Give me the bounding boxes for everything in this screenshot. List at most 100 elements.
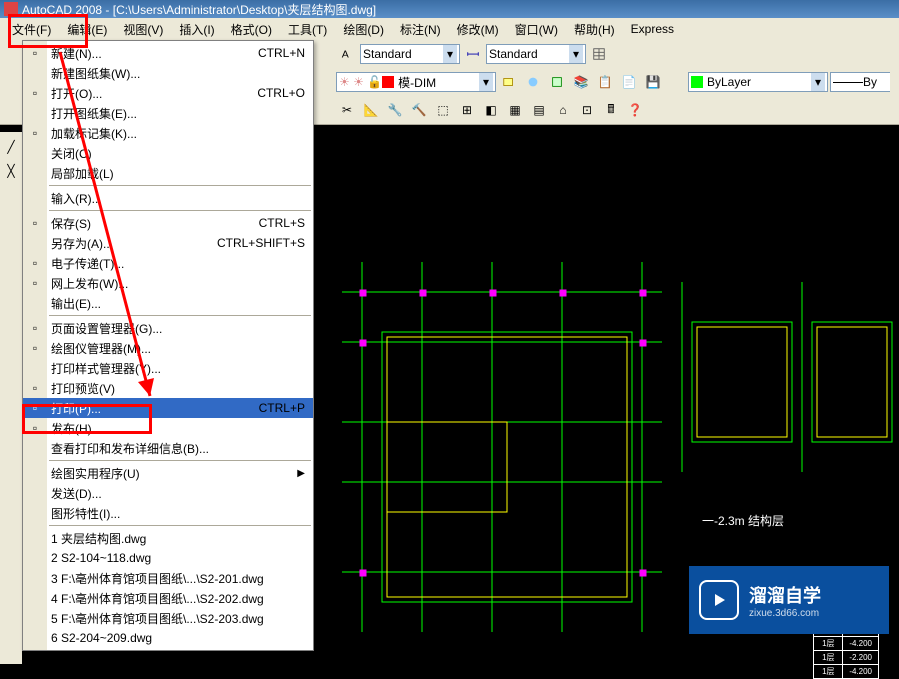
layer-tool-2[interactable]: [546, 71, 568, 93]
dimstyle-button[interactable]: [462, 43, 484, 65]
tool-k[interactable]: ⊡: [576, 99, 598, 121]
menu-item-shortcut: CTRL+S: [259, 216, 305, 230]
layer-tool-1[interactable]: [522, 71, 544, 93]
menu-item-label: 新建图纸集(W)...: [51, 65, 140, 82]
file-menu-item[interactable]: 1 夹层结构图.dwg: [23, 528, 313, 548]
plotter-icon: ▫: [27, 340, 43, 356]
layer-tool-3[interactable]: 📚: [570, 71, 592, 93]
linetype-combo[interactable]: By: [830, 72, 890, 92]
tool-a[interactable]: ✂: [336, 99, 358, 121]
file-menu-item[interactable]: ▫页面设置管理器(G)...: [23, 318, 313, 338]
tool-b[interactable]: 📐: [360, 99, 382, 121]
tool-g[interactable]: ◧: [480, 99, 502, 121]
menu-tools[interactable]: 工具(T): [280, 19, 335, 40]
file-menu-item[interactable]: 图形特性(I)...: [23, 503, 313, 523]
file-menu-item[interactable]: ▫网上发布(W)...: [23, 273, 313, 293]
menu-express[interactable]: Express: [623, 20, 682, 38]
menu-item-label: 输出(E)...: [51, 295, 101, 312]
svg-text:A: A: [342, 49, 349, 61]
menu-item-label: 6 S2-204~209.dwg: [51, 631, 152, 645]
line-tool[interactable]: ╱: [0, 136, 22, 158]
menu-insert[interactable]: 插入(I): [171, 19, 222, 40]
file-menu-item[interactable]: 6 S2-204~209.dwg: [23, 628, 313, 648]
file-menu-item[interactable]: ▫发布(H)...: [23, 418, 313, 438]
menu-item-shortcut: CTRL+SHIFT+S: [217, 236, 305, 250]
layer-tool-5[interactable]: 📄: [618, 71, 640, 93]
file-menu-item[interactable]: ▫加载标记集(K)...: [23, 123, 313, 143]
file-menu-item[interactable]: 输出(E)...: [23, 293, 313, 313]
text-style-value: Standard: [363, 47, 412, 61]
chevron-down-icon: ▾: [479, 73, 493, 91]
file-menu-item[interactable]: 输入(R)...: [23, 188, 313, 208]
file-menu-item[interactable]: ▫打开(O)...CTRL+O: [23, 83, 313, 103]
menu-view[interactable]: 视图(V): [115, 19, 171, 40]
tool-l[interactable]: 🖩: [600, 99, 622, 121]
tool-j[interactable]: ⌂: [552, 99, 574, 121]
file-menu-item[interactable]: 局部加载(L): [23, 163, 313, 183]
menu-window[interactable]: 窗口(W): [507, 19, 566, 40]
dim-style-combo[interactable]: Standard ▾: [486, 44, 586, 64]
text-style-combo[interactable]: Standard ▾: [360, 44, 460, 64]
file-menu-item[interactable]: ▫保存(S)CTRL+S: [23, 213, 313, 233]
file-menu-item[interactable]: ▫打印预览(V): [23, 378, 313, 398]
tool-i[interactable]: ▤: [528, 99, 550, 121]
file-menu-item[interactable]: 4 F:\亳州体育馆项目图纸\...\S2-202.dwg: [23, 588, 313, 608]
file-menu-item[interactable]: 绘图实用程序(U)▶: [23, 463, 313, 483]
layer-tool-4[interactable]: 📋: [594, 71, 616, 93]
xline-tool[interactable]: ╳: [0, 160, 22, 182]
page-setup-icon: ▫: [27, 320, 43, 336]
main-menubar: 文件(F) 编辑(E) 视图(V) 插入(I) 格式(O) 工具(T) 绘图(D…: [0, 18, 899, 40]
menu-item-label: 关闭(C): [51, 145, 92, 162]
menu-item-label: 保存(S): [51, 215, 91, 232]
menu-item-label: 绘图仪管理器(M)...: [51, 340, 151, 357]
menu-item-label: 发送(D)...: [51, 485, 102, 502]
textstyle-button[interactable]: A: [336, 43, 358, 65]
file-menu-item[interactable]: ▫ 绘图仪管理器(M)...: [23, 338, 313, 358]
layer-tool-6[interactable]: 💾: [642, 71, 664, 93]
file-menu-item[interactable]: ▫打印(P)...CTRL+P: [23, 398, 313, 418]
menu-file[interactable]: 文件(F): [4, 19, 59, 40]
file-menu-item[interactable]: 发送(D)...: [23, 483, 313, 503]
file-menu-item[interactable]: 5 F:\亳州体育馆项目图纸\...\S2-203.dwg: [23, 608, 313, 628]
web-publish-icon: ▫: [27, 275, 43, 291]
menu-separator: [49, 460, 311, 461]
color-value: ByLayer: [707, 75, 751, 89]
color-combo[interactable]: ByLayer ▾: [688, 72, 828, 92]
file-menu-item[interactable]: ▫电子传递(T)...: [23, 253, 313, 273]
tablestyle-button[interactable]: [588, 43, 610, 65]
preview-icon: ▫: [27, 380, 43, 396]
tool-f[interactable]: ⊞: [456, 99, 478, 121]
print-icon: ▫: [27, 400, 43, 416]
file-menu-item[interactable]: 查看打印和发布详细信息(B)...: [23, 438, 313, 458]
file-menu-item[interactable]: 2 S2-104~118.dwg: [23, 548, 313, 568]
menu-help[interactable]: 帮助(H): [566, 19, 623, 40]
menu-dimension[interactable]: 标注(N): [392, 19, 449, 40]
menu-item-label: 打印样式管理器(Y)...: [51, 360, 161, 377]
menu-separator: [49, 315, 311, 316]
menu-draw[interactable]: 绘图(D): [335, 19, 392, 40]
tool-e[interactable]: ⬚: [432, 99, 454, 121]
tool-h[interactable]: ▦: [504, 99, 526, 121]
menu-item-label: 3 F:\亳州体育馆项目图纸\...\S2-201.dwg: [51, 570, 264, 587]
menu-item-label: 局部加载(L): [51, 165, 114, 182]
dim-style-value: Standard: [489, 47, 538, 61]
layerprev-button[interactable]: [498, 71, 520, 93]
file-menu-item[interactable]: 新建图纸集(W)...: [23, 63, 313, 83]
tool-help[interactable]: ❓: [624, 99, 646, 121]
menu-modify[interactable]: 修改(M): [449, 19, 507, 40]
menu-item-label: 输入(R)...: [51, 190, 102, 207]
menu-item-label: 加载标记集(K)...: [51, 125, 137, 142]
file-menu-item[interactable]: 打印样式管理器(Y)...: [23, 358, 313, 378]
file-menu-item[interactable]: 3 F:\亳州体育馆项目图纸\...\S2-201.dwg: [23, 568, 313, 588]
file-menu-item[interactable]: 打开图纸集(E)...: [23, 103, 313, 123]
menu-format[interactable]: 格式(O): [223, 19, 280, 40]
menu-item-label: 电子传递(T)...: [51, 255, 124, 272]
menu-item-shortcut: CTRL+N: [258, 46, 305, 60]
tool-d[interactable]: 🔨: [408, 99, 430, 121]
menu-edit[interactable]: 编辑(E): [59, 19, 115, 40]
file-menu-item[interactable]: 关闭(C): [23, 143, 313, 163]
layer-combo[interactable]: ☀ ☀ 🔓 模-DIM ▾: [336, 72, 496, 92]
file-menu-item[interactable]: ▫新建(N)...CTRL+N: [23, 43, 313, 63]
tool-c[interactable]: 🔧: [384, 99, 406, 121]
file-menu-item[interactable]: 另存为(A)...CTRL+SHIFT+S: [23, 233, 313, 253]
